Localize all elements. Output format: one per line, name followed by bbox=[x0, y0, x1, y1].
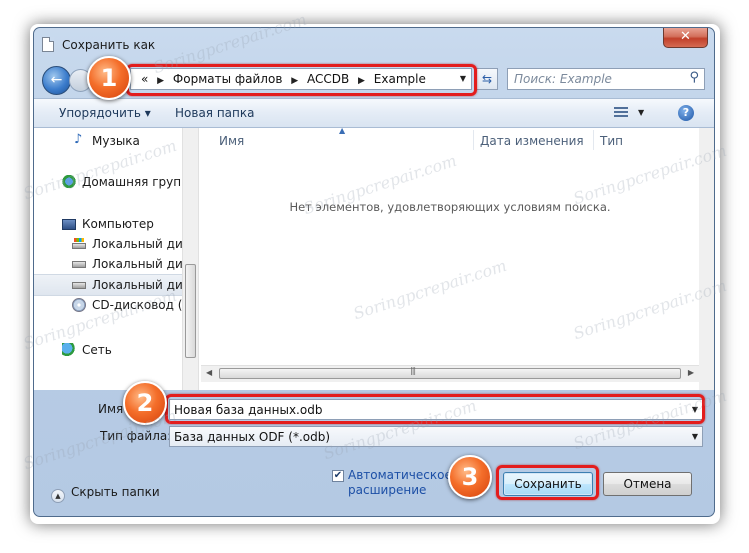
computer-icon bbox=[62, 219, 76, 230]
column-header-type[interactable]: Тип bbox=[600, 134, 623, 148]
scroll-left-icon[interactable]: ◀ bbox=[206, 368, 212, 377]
back-button[interactable]: ← bbox=[42, 66, 71, 95]
cancel-button[interactable]: Отмена bbox=[603, 472, 692, 496]
sidebar-item-homegroup[interactable]: Домашняя группа bbox=[34, 172, 182, 192]
filetype-label: Тип файла: bbox=[100, 429, 172, 443]
drive-body-icon bbox=[72, 243, 86, 249]
view-list-icon[interactable] bbox=[614, 107, 628, 119]
sidebar-item-label: Локальный диск bbox=[92, 237, 182, 251]
save-as-dialog: Сохранить как ✕ ← « ▶ Форматы файлов ▶ A… bbox=[33, 27, 715, 517]
navigation-pane: ♪ Музыка Домашняя группа Компьютер Локал… bbox=[34, 128, 182, 390]
close-button[interactable]: ✕ bbox=[663, 28, 708, 48]
view-dropdown-icon[interactable]: ▼ bbox=[638, 108, 644, 117]
scroll-right-icon[interactable]: ▶ bbox=[688, 368, 694, 377]
back-arrow-icon: ← bbox=[50, 72, 63, 88]
hide-folders-button[interactable]: ▲ Скрыть папки bbox=[51, 485, 160, 503]
sidebar-item-local-disk-e[interactable]: Локальный диск bbox=[34, 274, 182, 296]
sidebar-item-cd-drive[interactable]: CD-дисковод (H bbox=[34, 295, 182, 315]
sidebar-item-label: Сеть bbox=[82, 343, 112, 357]
empty-message: Нет элементов, удовлетворяющих условиям … bbox=[289, 200, 611, 214]
sidebar-item-computer[interactable]: Компьютер bbox=[34, 214, 182, 234]
column-divider[interactable] bbox=[593, 130, 594, 150]
new-folder-button[interactable]: Новая папка bbox=[175, 106, 254, 120]
command-bar: Упорядочить ▾ Новая папка ▼ ? bbox=[34, 98, 714, 128]
chevron-down-icon[interactable]: ▼ bbox=[692, 432, 698, 441]
filetype-select[interactable]: База данных ODF (*.odb) ▼ bbox=[169, 426, 703, 447]
homegroup-icon bbox=[62, 175, 76, 188]
column-divider[interactable] bbox=[473, 130, 474, 150]
sidebar-item-label: Локальный диск bbox=[92, 257, 182, 271]
auto-extension-label-line2: расширение bbox=[348, 483, 427, 497]
help-icon[interactable]: ? bbox=[678, 105, 694, 121]
highlight-filename bbox=[165, 394, 705, 424]
sort-ascending-icon: ▲ bbox=[339, 126, 346, 135]
sidebar-item-label: Компьютер bbox=[82, 217, 154, 231]
sidebar-item-label: Домашняя группа bbox=[82, 175, 182, 189]
auto-extension-checkbox[interactable]: ✔ bbox=[332, 470, 344, 482]
navigation-scroll-thumb[interactable] bbox=[185, 264, 196, 358]
network-icon bbox=[62, 343, 76, 356]
chevron-up-icon: ▲ bbox=[51, 489, 65, 503]
step-badge-2: 2 bbox=[123, 381, 167, 425]
document-icon bbox=[42, 37, 54, 52]
highlight-address-bar bbox=[126, 64, 477, 96]
sidebar-item-label: CD-дисковод (H bbox=[92, 298, 182, 312]
horizontal-scrollbar[interactable]: ◀ ▶ bbox=[201, 365, 699, 382]
step-badge-1: 1 bbox=[87, 56, 131, 100]
content-area: ♪ Музыка Домашняя группа Компьютер Локал… bbox=[34, 126, 714, 390]
hide-folders-label: Скрыть папки bbox=[71, 485, 160, 499]
filetype-value: База данных ODF (*.odb) bbox=[174, 430, 331, 444]
music-note-icon: ♪ bbox=[74, 132, 83, 147]
drive-icon bbox=[72, 261, 86, 268]
refresh-icon: ⇆ bbox=[481, 72, 493, 86]
sidebar-item-local-disk-c[interactable]: Локальный диск bbox=[34, 234, 182, 254]
sidebar-item-music[interactable]: ♪ Музыка bbox=[34, 131, 182, 151]
sidebar-item-label: Музыка bbox=[92, 134, 140, 148]
sidebar-item-local-disk-d[interactable]: Локальный диск bbox=[34, 254, 182, 274]
file-list: ▲ Имя Дата изменения Тип Нет элементов, … bbox=[201, 126, 699, 390]
title-bar: Сохранить как ✕ bbox=[34, 28, 714, 60]
highlight-save-button bbox=[496, 465, 599, 500]
window-title: Сохранить как bbox=[62, 38, 156, 52]
drive-icon bbox=[72, 282, 86, 289]
window-edge bbox=[699, 128, 714, 390]
system-drive-icon bbox=[74, 238, 84, 242]
sidebar-item-network[interactable]: Сеть bbox=[34, 340, 182, 360]
refresh-button[interactable]: ⇆ bbox=[476, 68, 498, 90]
cd-drive-icon bbox=[72, 298, 86, 312]
organize-button[interactable]: Упорядочить ▾ bbox=[59, 106, 151, 120]
filename-label: Имя bbox=[98, 402, 124, 416]
auto-extension-label[interactable]: Автоматическое расширение bbox=[348, 468, 458, 498]
checkmark-icon: ✔ bbox=[333, 470, 343, 481]
column-header-date[interactable]: Дата изменения bbox=[480, 134, 584, 148]
search-input[interactable]: Поиск: Example ⚲ bbox=[507, 68, 705, 90]
search-icon[interactable]: ⚲ bbox=[689, 70, 699, 85]
step-badge-3: 3 bbox=[448, 455, 492, 499]
search-placeholder: Поиск: Example bbox=[514, 72, 612, 86]
auto-extension-label-line1: Автоматическое bbox=[348, 468, 452, 482]
navigation-scrollbar[interactable] bbox=[182, 128, 199, 390]
column-header-name[interactable]: Имя bbox=[219, 134, 244, 148]
sidebar-item-label: Локальный диск bbox=[92, 278, 182, 292]
horizontal-scroll-thumb[interactable] bbox=[219, 366, 681, 379]
